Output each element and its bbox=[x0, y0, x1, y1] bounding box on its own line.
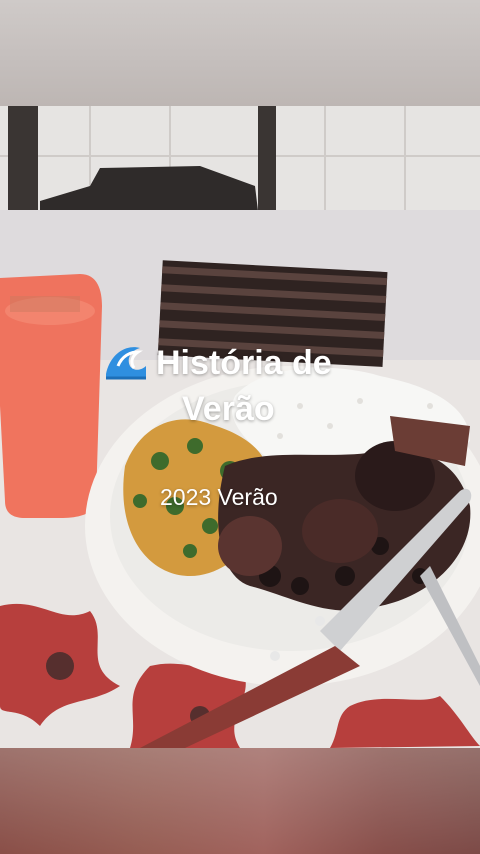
story-title-line2: Verão bbox=[182, 390, 275, 428]
blurred-background-bottom bbox=[0, 748, 480, 854]
story-title-line1: História de bbox=[156, 344, 332, 382]
story-title: História de Verão bbox=[104, 340, 404, 432]
water-wave-icon bbox=[106, 347, 146, 380]
blurred-background-top bbox=[0, 0, 480, 106]
story-subtitle: 2023 Verão bbox=[160, 484, 278, 510]
